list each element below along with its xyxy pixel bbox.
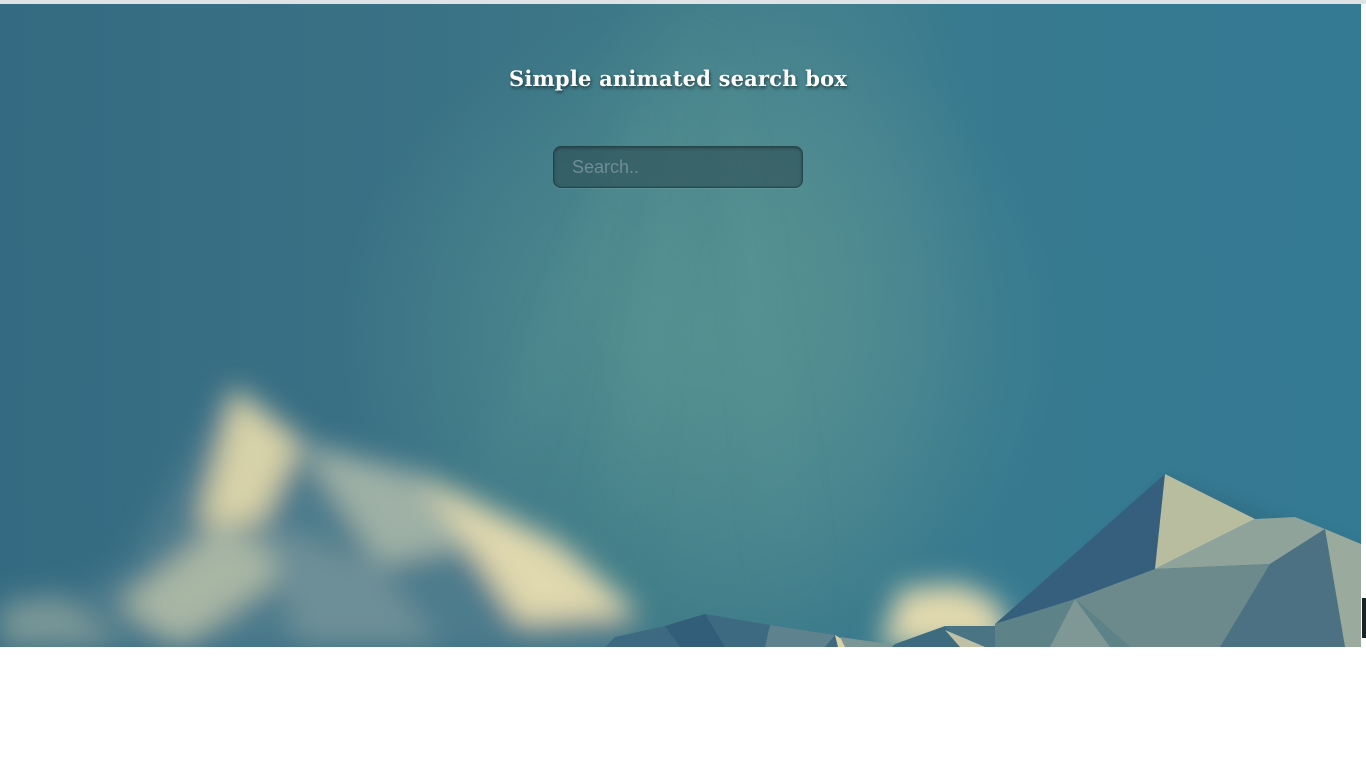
page-title: Simple animated search box bbox=[508, 66, 848, 91]
search-input[interactable] bbox=[553, 146, 803, 188]
hero-background: Simple animated search box bbox=[0, 4, 1361, 647]
scrollbar-thumb[interactable] bbox=[1361, 598, 1366, 638]
page-right-edge bbox=[1361, 4, 1366, 598]
mountain-landscape-image bbox=[0, 4, 1361, 647]
